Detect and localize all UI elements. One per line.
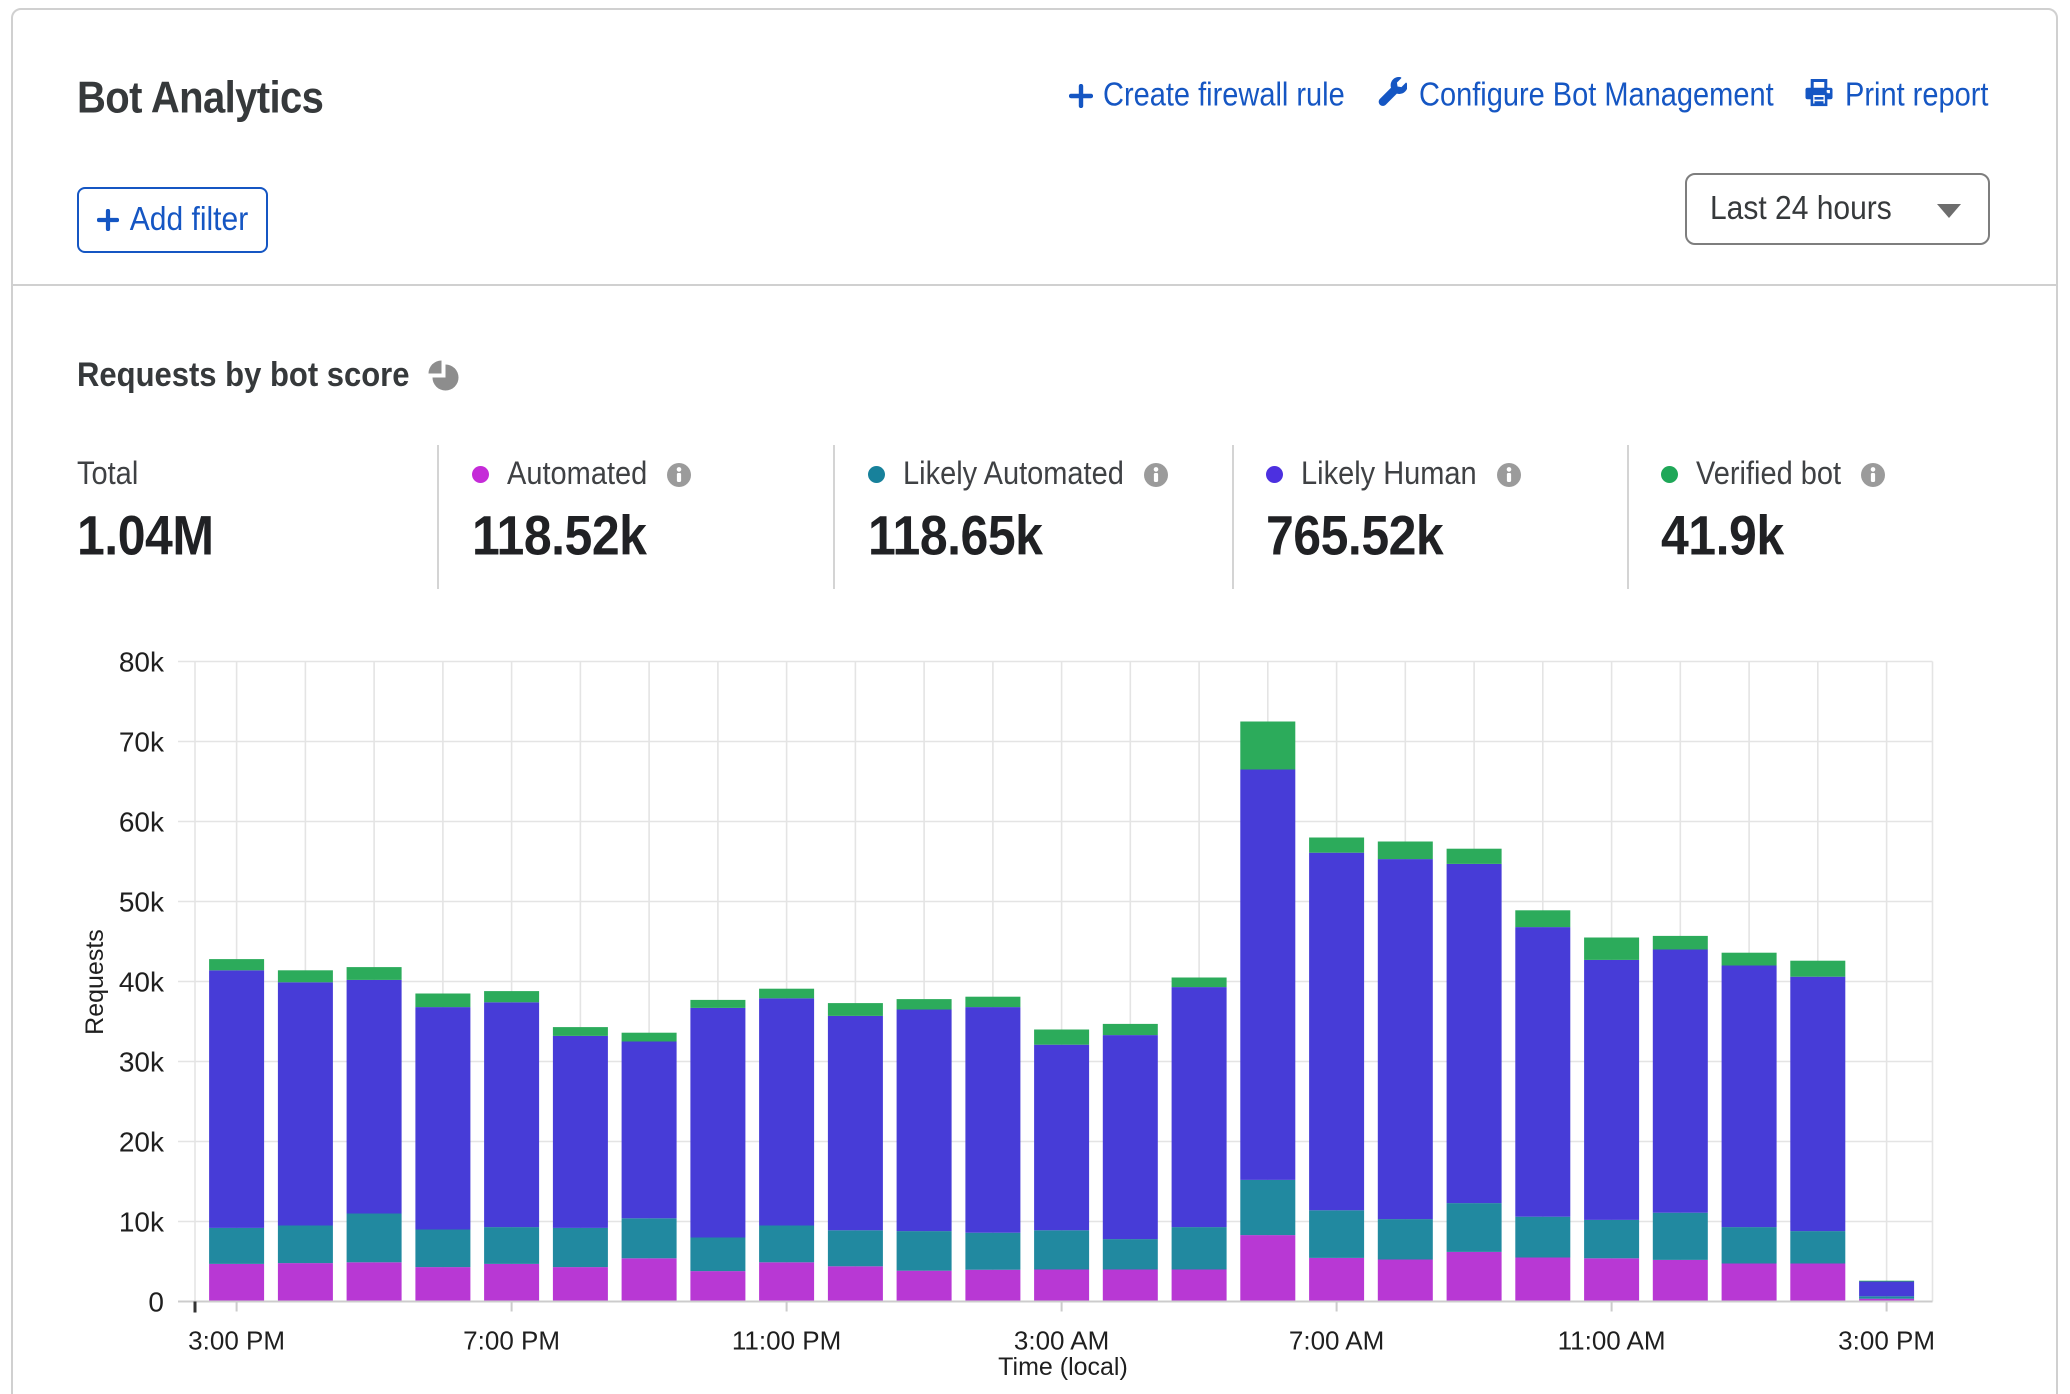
svg-text:50k: 50k (119, 887, 165, 918)
svg-text:60k: 60k (119, 807, 165, 838)
svg-text:7:00 PM: 7:00 PM (463, 1326, 560, 1356)
svg-text:70k: 70k (119, 727, 165, 758)
svg-text:Requests: Requests (81, 929, 109, 1035)
svg-text:3:00 PM: 3:00 PM (188, 1326, 285, 1356)
svg-text:11:00 PM: 11:00 PM (732, 1326, 841, 1356)
svg-text:0: 0 (148, 1287, 164, 1318)
svg-text:7:00 AM: 7:00 AM (1289, 1326, 1384, 1356)
svg-text:40k: 40k (119, 967, 165, 998)
svg-text:80k: 80k (119, 647, 165, 678)
svg-text:11:00 AM: 11:00 AM (1558, 1326, 1666, 1356)
svg-text:20k: 20k (119, 1127, 165, 1158)
svg-text:3:00 PM: 3:00 PM (1838, 1326, 1935, 1356)
svg-text:10k: 10k (119, 1207, 165, 1238)
svg-text:3:00 AM: 3:00 AM (1014, 1326, 1109, 1356)
svg-text:Time (local): Time (local) (998, 1353, 1128, 1381)
svg-text:30k: 30k (119, 1047, 165, 1078)
